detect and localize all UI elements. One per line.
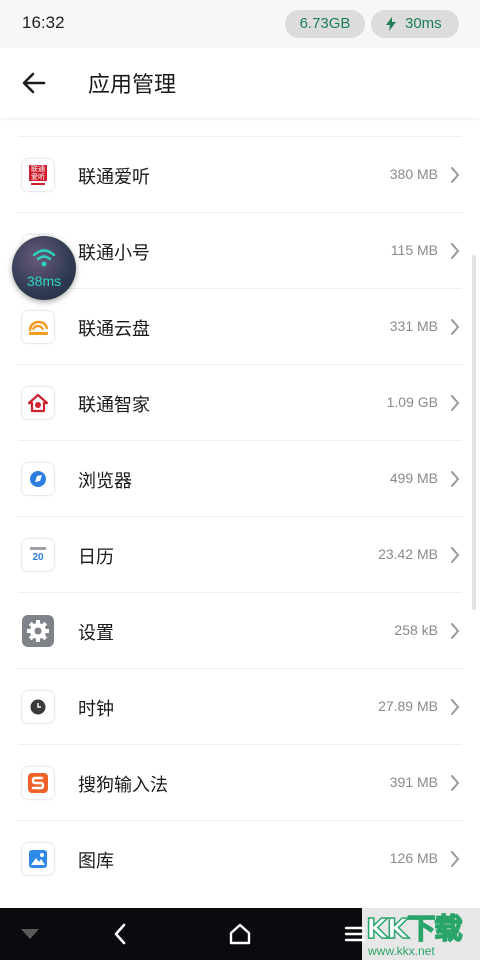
app-size: 499 MB [389, 470, 438, 486]
floating-ping-widget[interactable]: 38ms [12, 236, 76, 300]
app-row-calendar[interactable]: 20 日历 23.42 MB [0, 517, 480, 593]
chevron-right-icon [451, 699, 460, 715]
clock-icon [22, 691, 54, 723]
chevron-right-icon [451, 243, 460, 259]
app-row-sogou-input[interactable]: 搜狗输入法 391 MB [0, 745, 480, 821]
app-row-liantong-zhijia[interactable]: 联通智家 1.09 GB [0, 365, 480, 441]
calendar-icon: 20 [22, 539, 54, 571]
app-name: 图库 [78, 851, 114, 872]
app-name: 设置 [78, 623, 114, 644]
chevron-right-icon [451, 851, 460, 867]
back-arrow-icon [22, 72, 46, 94]
chevron-right-icon [451, 167, 460, 183]
page-title: 应用管理 [88, 73, 177, 98]
chevron-right-icon [451, 319, 460, 335]
app-size: 27.89 MB [378, 698, 438, 714]
app-header: 应用管理 [0, 48, 480, 118]
kk-watermark: KK下载 www.kkx.net [362, 905, 480, 960]
nav-collapse-button[interactable] [5, 908, 55, 960]
app-size: 380 MB [389, 166, 438, 182]
scrollbar[interactable] [472, 255, 476, 610]
nav-home-button[interactable] [215, 908, 265, 960]
chevron-right-icon [451, 775, 460, 791]
app-name: 联通智家 [78, 395, 150, 416]
liantong-aiting-icon: 联通爱听 [22, 159, 54, 191]
app-name: 联通小号 [78, 243, 150, 264]
settings-gear-icon [22, 615, 54, 647]
app-row-liantong-aiting[interactable]: 联通爱听 联通爱听 380 MB [0, 137, 480, 213]
gallery-icon [22, 843, 54, 875]
chevron-right-icon [451, 395, 460, 411]
app-size: 331 MB [389, 318, 438, 334]
app-row-liantong-yunpan[interactable]: 联通云盘 331 MB [0, 289, 480, 365]
triangle-down-icon [21, 929, 39, 939]
chevron-right-icon [451, 623, 460, 639]
app-size: 115 MB [390, 242, 438, 258]
app-row-gallery[interactable]: 图库 126 MB [0, 821, 480, 897]
app-size: 391 MB [389, 774, 438, 790]
app-size: 1.09 GB [386, 394, 438, 410]
liantong-zhijia-icon [22, 387, 54, 419]
ping-value: 30ms [405, 15, 442, 32]
status-time: 16:32 [22, 13, 65, 32]
ping-badge: 30ms [371, 10, 459, 38]
lightning-icon [386, 17, 396, 31]
liantong-yunpan-icon [22, 311, 54, 343]
status-bar: 16:32 6.73GB 30ms [0, 0, 480, 48]
app-name: 日历 [78, 547, 114, 568]
app-size: 126 MB [389, 850, 438, 866]
app-row-settings[interactable]: 设置 258 kB [0, 593, 480, 669]
calendar-day: 20 [32, 552, 44, 563]
aiting-icon-text: 联通爱听 [31, 165, 45, 181]
browser-icon [22, 463, 54, 495]
back-button[interactable] [18, 68, 50, 98]
chevron-right-icon [451, 471, 460, 487]
app-name: 时钟 [78, 699, 114, 720]
floating-ping-value: 38ms [26, 273, 62, 289]
app-row-clock[interactable]: 时钟 27.89 MB [0, 669, 480, 745]
app-size: 258 kB [394, 622, 438, 638]
app-row-browser[interactable]: 浏览器 499 MB [0, 441, 480, 517]
sogou-input-icon [22, 767, 54, 799]
home-icon [229, 923, 251, 945]
wifi-icon [32, 249, 56, 267]
app-size: 23.42 MB [378, 546, 438, 562]
memory-value: 6.73GB [299, 15, 351, 32]
nav-back-button[interactable] [95, 908, 145, 960]
app-name: 联通云盘 [78, 319, 150, 340]
app-name: 浏览器 [78, 471, 132, 492]
memory-badge: 6.73GB [285, 10, 365, 38]
chevron-right-icon [451, 547, 460, 563]
watermark-logo: KK下载 [365, 911, 463, 946]
watermark-url: www.kkx.net [368, 944, 435, 958]
app-name: 联通爱听 [78, 167, 150, 188]
nav-back-icon [114, 923, 126, 945]
app-name: 搜狗输入法 [78, 775, 168, 796]
